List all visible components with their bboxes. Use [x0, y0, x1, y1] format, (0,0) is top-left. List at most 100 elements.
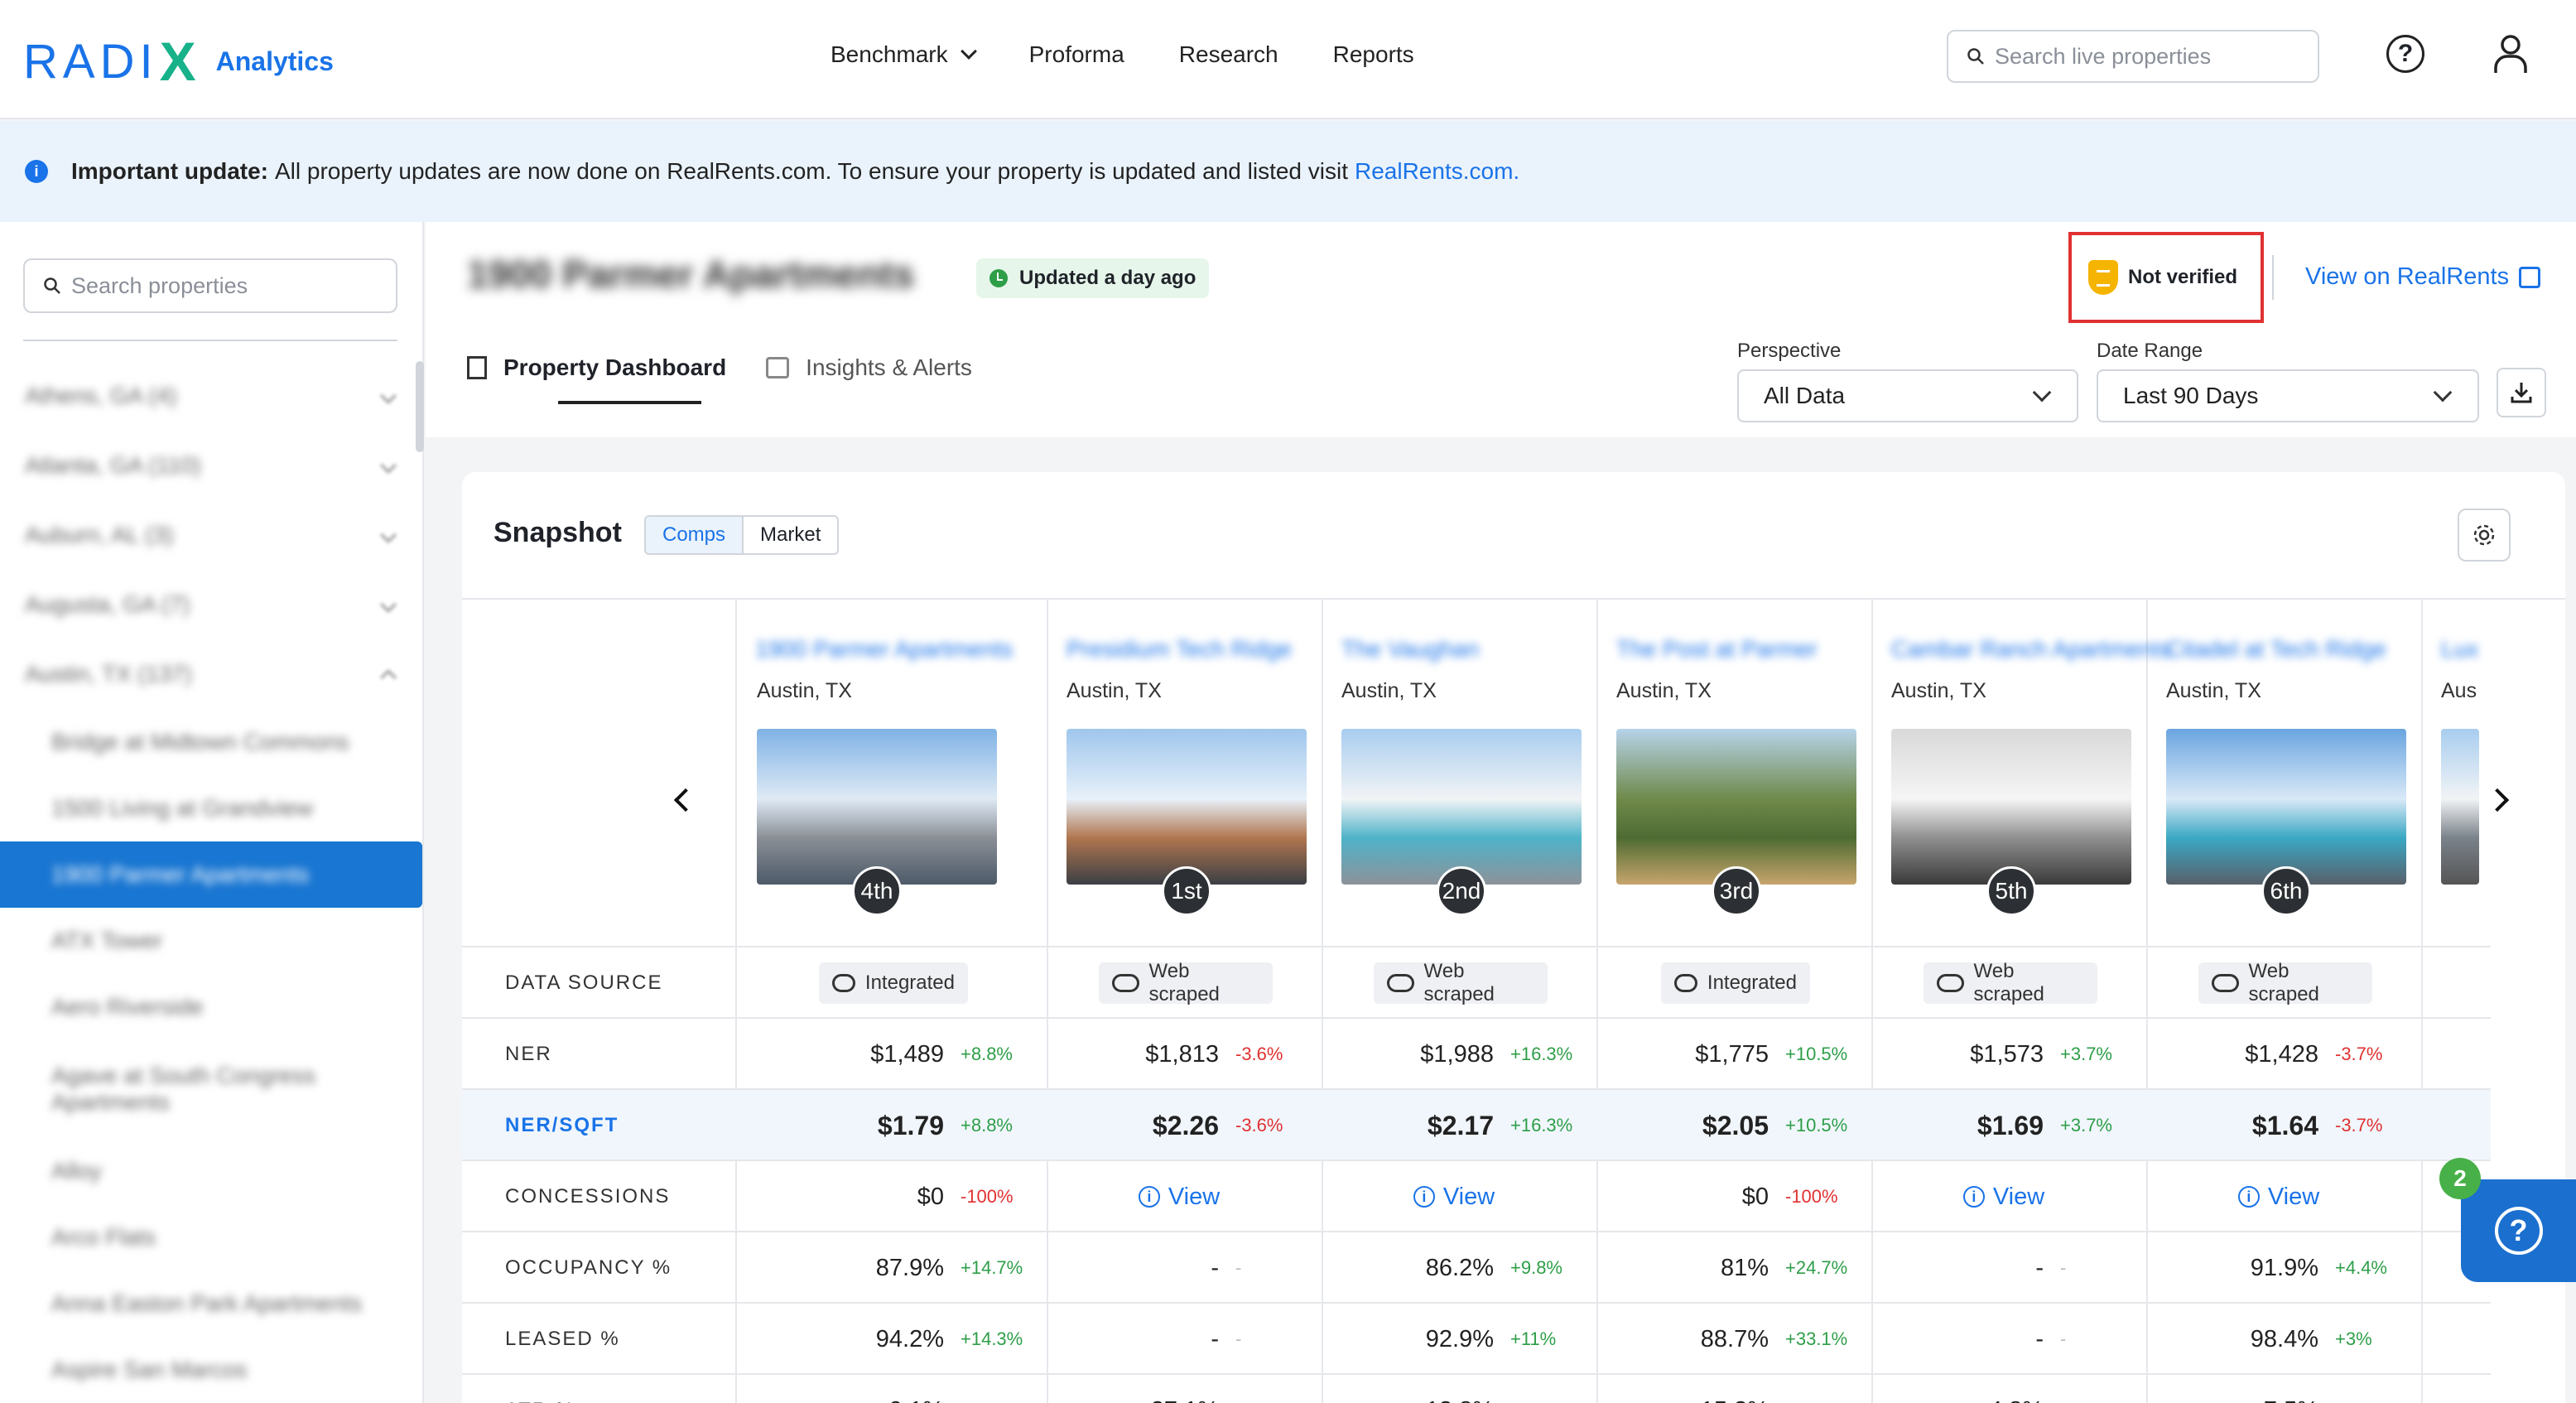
data-source-label: Web scraped [1423, 960, 1495, 1005]
sidebar-market-item[interactable]: Austin, TX (137) [0, 639, 424, 709]
metric-cell: 86.2% +9.8% [1323, 1232, 1585, 1304]
live-property-search[interactable] [1947, 30, 2319, 83]
property-name-link[interactable]: Cambar Ranch Apartments [1891, 636, 2171, 663]
cloud-upload-icon [1387, 974, 1414, 992]
sidebar-item-label: Bridge at Midtown Commons [51, 729, 349, 755]
sidebar-item-label: Agave at South Congress Apartments [51, 1063, 316, 1115]
property-name-link[interactable]: 1900 Parmer Apartments [755, 636, 1013, 663]
tab-label: Property Dashboard [503, 354, 727, 380]
nav-research[interactable]: Research [1179, 41, 1278, 68]
metric-cell: -- [1873, 1232, 2135, 1304]
sidebar-property-item[interactable]: ATX Tower [0, 908, 424, 974]
dashboard-tabs: Property Dashboard Insights & Alerts [467, 354, 1012, 404]
sidebar-property-item[interactable]: Bridge at Midtown Commons [0, 709, 424, 775]
perspective-label: Perspective [1737, 340, 1842, 362]
cloud-upload-icon [1937, 974, 1964, 992]
updated-badge: Updated a day ago [976, 258, 1210, 298]
help-icon[interactable]: ? [2386, 35, 2424, 73]
sidebar-property-item[interactable]: Anna Easton Park Apartments [0, 1270, 424, 1337]
metric-cell: i View [1323, 1161, 1585, 1232]
realrents-banner-link[interactable]: RealRents.com. [1355, 158, 1519, 185]
chevron-down-icon [380, 596, 397, 613]
notification-badge[interactable]: 2 [2439, 1158, 2481, 1199]
info-icon: i [2237, 1186, 2260, 1208]
metric-delta: +14.7% [961, 1257, 1023, 1278]
view-on-realrents-link[interactable]: View on RealRents [2305, 263, 2541, 291]
chevron-down-icon [380, 388, 397, 404]
metric-value: 86.2% [1425, 1254, 1494, 1281]
sidebar-search-input[interactable] [71, 272, 369, 299]
property-location: Austin, TX [1616, 679, 1712, 702]
verification-status[interactable]: Not verified [2068, 232, 2264, 323]
property-name-link[interactable]: Citadel at Tech Ridge [2166, 636, 2386, 663]
help-chat-button[interactable]: ? [2461, 1179, 2576, 1282]
view-concessions-link[interactable]: i View [2237, 1184, 2319, 1211]
view-concessions-link[interactable]: i View [1138, 1184, 1220, 1211]
property-photo[interactable] [2441, 729, 2479, 885]
perspective-select[interactable]: All Data [1737, 369, 2078, 422]
property-name-link[interactable]: The Post at Parmer [1616, 636, 1818, 663]
sidebar-property-item[interactable]: 1500 Living at Grandview [0, 775, 424, 841]
property-photo[interactable] [1067, 729, 1307, 885]
metric-delta: +8.8% [961, 1115, 1013, 1135]
sidebar-market-item[interactable]: Augusta, GA (7) [0, 570, 424, 639]
date-range-select[interactable]: Last 90 Days [2097, 369, 2479, 422]
data-source-chip: Web scraped [2198, 960, 2372, 1005]
metric-cell: 87.9% +14.7% [739, 1232, 1035, 1304]
row-label: CONCESSIONS [505, 1185, 671, 1208]
tab-property-dashboard[interactable]: Property Dashboard [467, 354, 727, 404]
sidebar-item-label: ATX Tower [51, 928, 163, 953]
sidebar-search[interactable] [23, 258, 397, 313]
chevron-down-icon [380, 457, 397, 474]
sidebar-market-item[interactable]: Atlanta, GA (110) [0, 431, 424, 500]
metric-value: 81% [1720, 1254, 1769, 1281]
gear-icon [2473, 524, 2495, 546]
metric-value: 92.9% [1425, 1325, 1494, 1352]
property-name-link[interactable]: The Vaughan [1341, 636, 1479, 663]
property-photo[interactable] [1341, 729, 1582, 885]
sidebar-item-label: Aero Riverside [51, 994, 204, 1020]
sidebar-property-item[interactable]: Aero Riverside [0, 974, 424, 1040]
metric-delta: +33.1% [1785, 1328, 1848, 1349]
download-button[interactable] [2497, 368, 2546, 417]
info-icon: i [1138, 1186, 1160, 1208]
nav-reports[interactable]: Reports [1333, 41, 1414, 68]
question-icon: ? [2494, 1207, 2543, 1255]
radix-logo[interactable]: RADI X Analytics [23, 30, 334, 93]
nav-benchmark[interactable]: Benchmark [831, 41, 977, 68]
view-concessions-link[interactable]: i View [1413, 1184, 1495, 1211]
settings-button[interactable] [2458, 509, 2511, 562]
property-name-link[interactable]: Presidium Tech Ridge [1067, 636, 1292, 663]
rank-badge: 6th [2261, 866, 2311, 916]
sidebar-property-item[interactable]: Aspire San Marcos [0, 1337, 424, 1403]
property-photo[interactable] [1891, 729, 2131, 885]
metric-value: 7.5% [2264, 1397, 2318, 1403]
metric-value: 94.2% [875, 1325, 944, 1352]
tab-insights-alerts[interactable]: Insights & Alerts [766, 354, 972, 381]
view-label: View [1992, 1183, 2045, 1210]
sidebar-property-item-active[interactable]: 1900 Parmer Apartments [0, 841, 422, 908]
view-concessions-link[interactable]: i View [1962, 1183, 2045, 1211]
sidebar-market-item[interactable]: Auburn, AL (3) [0, 500, 424, 570]
property-photo[interactable] [757, 729, 997, 885]
sidebar-property-item[interactable]: Agave at South Congress Apartments [0, 1040, 424, 1138]
property-name-link[interactable]: Lux [2441, 636, 2478, 663]
metric-cell: 27.1% -37.4% [1048, 1375, 1310, 1403]
search-input[interactable] [1995, 43, 2293, 70]
metric-cell: -- [1048, 1232, 1310, 1304]
property-photo[interactable] [1616, 729, 1856, 885]
sidebar-property-item[interactable]: Arco Flats [0, 1204, 424, 1270]
toggle-market[interactable]: Market [744, 517, 837, 553]
nav-proforma[interactable]: Proforma [1029, 41, 1124, 68]
sidebar-market-item[interactable]: Athens, GA (4) [0, 361, 424, 431]
info-icon: i [1413, 1186, 1435, 1208]
property-photo[interactable] [2166, 729, 2406, 885]
comps-market-toggle: Comps Market [644, 515, 840, 555]
chevron-left-icon[interactable] [673, 788, 698, 812]
sidebar-property-item[interactable]: Alloy [0, 1138, 424, 1204]
user-icon[interactable] [2492, 33, 2529, 75]
metric-value: - [2035, 1254, 2044, 1281]
row-concessions: CONCESSIONS $0 -100% i View i View $0 -100% i View… [462, 1160, 2491, 1231]
toggle-comps[interactable]: Comps [646, 517, 744, 553]
tab-label: Insights & Alerts [806, 354, 972, 380]
